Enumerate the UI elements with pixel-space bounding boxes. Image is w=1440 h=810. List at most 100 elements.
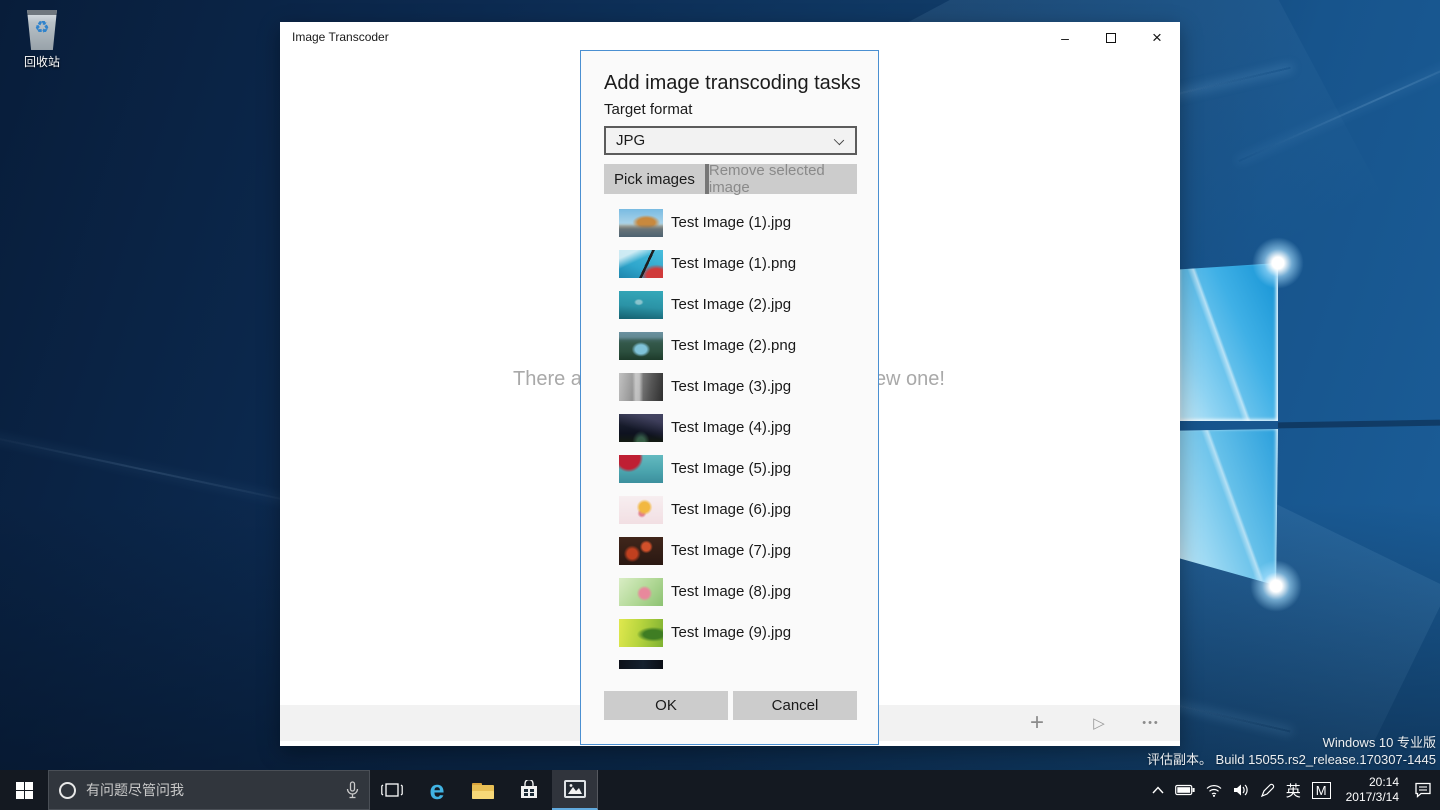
photos-app-icon (563, 780, 586, 798)
list-item[interactable]: Test Image (1).jpg (604, 202, 857, 243)
task-view-icon (381, 783, 403, 797)
window-title: Image Transcoder (292, 30, 389, 44)
taskbar-store-button[interactable] (506, 770, 552, 810)
volume-tray-button[interactable] (1233, 783, 1249, 797)
list-item[interactable]: Test Image (1).png (604, 243, 857, 284)
plus-icon: + (1029, 709, 1044, 736)
image-thumbnail (619, 618, 663, 647)
windows-logo-gap-shadow (1277, 419, 1440, 429)
list-item[interactable]: Test Image (8).jpg (604, 571, 857, 612)
list-item-label: Test Image (8).jpg (671, 583, 792, 600)
windows-watermark: Windows 10 专业版 评估副本。 Build 15055.rs2_rel… (1147, 734, 1436, 768)
show-hidden-icons-button[interactable] (1152, 786, 1164, 794)
start-tasks-button[interactable]: ▷ (1084, 705, 1114, 741)
ok-label: OK (655, 697, 677, 714)
remove-selected-label: Remove selected image (708, 162, 825, 196)
maximize-icon (1106, 33, 1116, 43)
image-thumbnail (619, 331, 663, 360)
taskbar-file-explorer-button[interactable] (460, 770, 506, 810)
maximize-button[interactable] (1088, 22, 1134, 54)
list-item[interactable]: Test Image (4).jpg (604, 407, 857, 448)
list-item-label: Test Image (2).png (671, 337, 797, 354)
list-item-label: Test Image (5).jpg (671, 460, 792, 477)
target-format-combobox[interactable]: JPG (604, 126, 857, 155)
list-item[interactable]: Test Image (9).jpg (604, 612, 857, 653)
cortana-search-box[interactable]: 有问题尽管问我 (48, 770, 370, 810)
image-thumbnail (619, 208, 663, 237)
task-view-button[interactable] (370, 770, 414, 810)
list-item-label: Test Image (1).png (671, 255, 797, 272)
list-item[interactable]: Test Image (3).jpg (604, 366, 857, 407)
taskbar-edge-button[interactable]: e (414, 770, 460, 810)
minimize-button[interactable]: – (1042, 22, 1088, 54)
target-format-label: Target format (604, 101, 693, 118)
dialog-title: Add image transcoding tasks (604, 72, 861, 94)
start-button[interactable] (0, 770, 48, 810)
list-item-label: Test Image (1).jpg (671, 214, 792, 231)
image-thumbnail (619, 249, 663, 278)
add-tasks-dialog: Add image transcoding tasks Target forma… (580, 50, 879, 745)
cancel-button[interactable]: Cancel (733, 691, 857, 720)
cortana-icon (59, 781, 76, 799)
image-thumbnail (619, 454, 663, 483)
chevron-up-icon (1152, 786, 1164, 794)
play-icon: ▷ (1093, 715, 1105, 732)
light-glow (1250, 560, 1302, 612)
clock-time: 20:14 (1368, 775, 1399, 789)
image-thumbnail (619, 577, 663, 606)
clock-date: 2017/3/14 (1345, 790, 1399, 804)
ellipsis-icon: ••• (1142, 717, 1160, 729)
list-item-label: Test Image (2).jpg (671, 296, 792, 313)
ok-button[interactable]: OK (604, 691, 728, 720)
recycle-bin-shortcut[interactable]: ♻ 回收站 (10, 10, 74, 70)
battery-tray-button[interactable] (1174, 784, 1195, 796)
list-item-partial-thumbnail (619, 659, 663, 669)
list-item-label: Test Image (4).jpg (671, 419, 792, 436)
taskbar: 有问题尽管问我 e 英 M 20:14 2017/3/14 (0, 770, 1440, 810)
store-icon (521, 780, 537, 798)
network-tray-button[interactable] (1206, 784, 1222, 797)
remove-selected-image-button[interactable]: Remove selected image (708, 162, 857, 196)
pen-icon (1260, 783, 1274, 797)
screen: ♻ 回收站 Image Transcoder – × There ar ew o… (0, 0, 1440, 810)
list-item[interactable]: Test Image (2).png (604, 325, 857, 366)
taskbar-clock[interactable]: 20:14 2017/3/14 (1346, 775, 1399, 805)
taskbar-image-transcoder-button[interactable] (552, 770, 598, 810)
list-item[interactable]: Test Image (2).jpg (604, 284, 857, 325)
recycle-bin-icon: ♻ (27, 10, 57, 50)
list-item-label: Test Image (3).jpg (671, 378, 792, 395)
system-tray: 英 M 20:14 2017/3/14 (1152, 770, 1440, 810)
pinned-apps: e (414, 770, 598, 810)
list-item-label: Test Image (7).jpg (671, 542, 792, 559)
file-explorer-icon (472, 782, 494, 799)
image-thumbnail (619, 290, 663, 319)
ime-mode-indicator[interactable]: M (1311, 781, 1331, 799)
windows-logo-icon (15, 781, 33, 799)
close-button[interactable]: × (1134, 22, 1180, 54)
image-thumbnail (619, 413, 663, 442)
combobox-value: JPG (616, 132, 646, 149)
pen-tray-button[interactable] (1260, 783, 1275, 798)
minimize-icon: – (1061, 30, 1069, 46)
wifi-icon (1206, 784, 1222, 797)
ime-language-indicator[interactable]: 英 (1286, 780, 1301, 801)
empty-state-text-right: ew one! (874, 368, 945, 390)
empty-state-text-left: There ar (513, 368, 589, 390)
battery-icon (1174, 784, 1195, 796)
action-center-button[interactable] (1414, 782, 1432, 798)
add-task-button[interactable]: + (1022, 705, 1052, 741)
image-thumbnail (619, 495, 663, 524)
microphone-icon[interactable] (346, 781, 359, 799)
list-item-label: Test Image (6).jpg (671, 501, 792, 518)
light-glow (1252, 237, 1304, 289)
list-item[interactable]: Test Image (6).jpg (604, 489, 857, 530)
pick-images-button[interactable]: Pick images (604, 164, 705, 194)
image-thumbnail (619, 536, 663, 565)
list-actions: Pick images Remove selected image (604, 162, 857, 196)
list-item[interactable]: Test Image (7).jpg (604, 530, 857, 571)
watermark-build: 评估副本。 Build 15055.rs2_release.170307-144… (1146, 752, 1436, 767)
list-item-label: Test Image (9).jpg (671, 624, 792, 641)
list-item-partial[interactable] (604, 653, 857, 669)
image-list[interactable]: Test Image (1).jpg Test Image (1).png Te… (604, 202, 857, 669)
list-item[interactable]: Test Image (5).jpg (604, 448, 857, 489)
